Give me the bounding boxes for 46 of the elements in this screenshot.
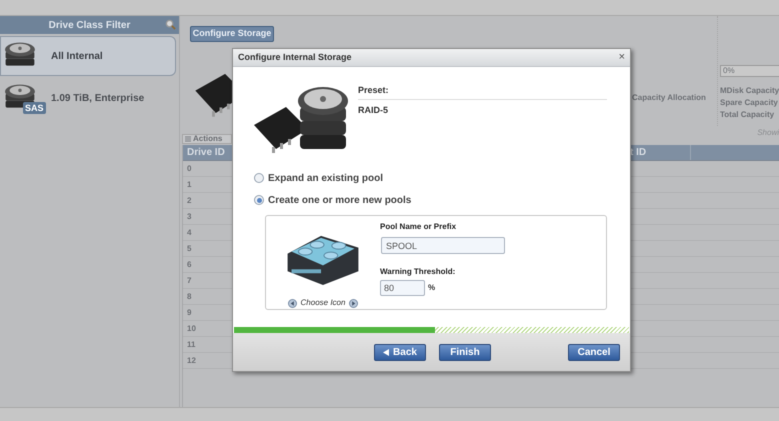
capacity-allocation-label: Capacity Allocation: [632, 92, 706, 104]
table-cell-text: 8: [186, 290, 192, 302]
sidebar-item[interactable]: All Internal: [0, 36, 176, 76]
dialog-title: Configure Internal Storage: [238, 50, 352, 64]
pool-name-field[interactable]: SPOOL: [381, 237, 505, 254]
table-cell-text: 1: [186, 178, 192, 190]
previous-icon[interactable]: [288, 298, 297, 308]
table-cell-text: 12: [186, 354, 196, 366]
table-cell-text: 6: [186, 258, 192, 270]
capacity-progress-bar: 0%: [720, 65, 779, 77]
back-arrow-icon: [383, 348, 390, 356]
drive-type-badge: SAS: [23, 102, 46, 114]
percent-label: %: [428, 282, 436, 294]
radio-button[interactable]: [254, 173, 264, 183]
choose-icon-label: Choose Icon: [300, 297, 346, 309]
dialog-button[interactable]: Cancel: [568, 344, 620, 360]
next-icon[interactable]: [349, 298, 358, 308]
preset-label: Preset:: [358, 84, 607, 100]
threshold-field[interactable]: 80: [380, 280, 425, 296]
sidebar-title: Drive Class Filter: [48, 18, 130, 32]
search-icon[interactable]: [165, 19, 176, 30]
table-cell-text: 3: [186, 210, 192, 222]
table-cell-text: 7: [186, 274, 192, 286]
actions-tab[interactable]: Actions: [182, 134, 232, 144]
dialog-button[interactable]: Back: [374, 344, 426, 360]
table-cell-text: 10: [186, 322, 196, 334]
capacity-label: MDisk Capacity: [720, 85, 779, 97]
sidebar-item[interactable]: SAS 1.09 TiB, Enterprise: [0, 78, 176, 118]
table-cell-text: 2: [186, 194, 192, 206]
close-button[interactable]: ×: [618, 52, 625, 63]
list-icon: [185, 136, 191, 142]
dialog-button[interactable]: Finish: [439, 344, 491, 360]
radio-button[interactable]: [254, 195, 264, 205]
table-cell-text: 4: [186, 226, 192, 238]
threshold-label: Warning Threshold:: [380, 266, 456, 278]
capacity-label: Spare Capacity: [720, 97, 779, 109]
radio-label: Create one or more new pools: [268, 194, 412, 208]
capacity-label: Total Capacity: [720, 109, 776, 121]
table-cell-text: 0: [186, 162, 192, 174]
table-cell-text: 9: [186, 306, 192, 318]
configure-storage-button[interactable]: Configure Storage: [190, 26, 274, 42]
preset-value: RAID-5: [358, 104, 390, 116]
table-cell-text: 5: [186, 242, 192, 254]
radio-label: Expand an existing pool: [268, 172, 384, 186]
table-cell-text: 11: [186, 338, 196, 350]
pool-name-label: Pool Name or Prefix: [380, 221, 458, 233]
